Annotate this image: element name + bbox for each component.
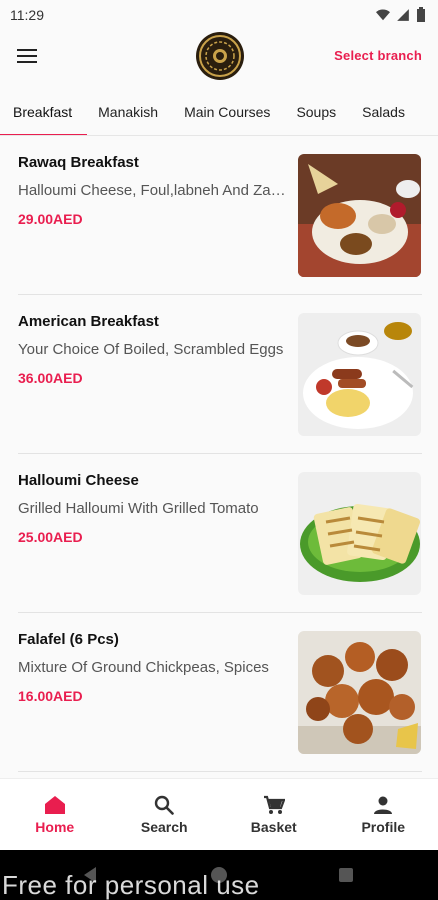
product-description: Grilled Halloumi With Grilled Tomato <box>18 500 259 517</box>
category-tabs: Breakfast Manakish Main Courses Soups Sa… <box>0 92 438 136</box>
wifi-icon <box>376 9 390 21</box>
product-description: Your Choice Of Boiled, Scrambled Eggs <box>18 341 284 358</box>
product-image[interactable] <box>298 472 421 595</box>
status-time: 11:29 <box>10 7 44 23</box>
person-icon <box>374 796 393 814</box>
restaurant-logo[interactable] <box>195 31 245 81</box>
product-title: Halloumi Cheese <box>18 472 139 489</box>
app-bar: Select branch <box>0 30 438 82</box>
status-icons <box>376 7 426 23</box>
nav-basket[interactable]: Basket <box>219 779 329 850</box>
nav-search[interactable]: Search <box>110 779 220 850</box>
nav-home-label: Home <box>35 819 75 835</box>
nav-search-label: Search <box>140 819 188 835</box>
product-image[interactable] <box>298 631 421 754</box>
home-icon <box>44 796 65 814</box>
product-item[interactable]: American Breakfast Your Choice Of Boiled… <box>0 295 438 454</box>
product-price: 29.00AED <box>18 211 83 227</box>
tab-main-courses[interactable]: Main Courses <box>171 92 283 132</box>
recents-icon[interactable] <box>338 867 354 883</box>
product-image[interactable] <box>298 313 421 436</box>
battery-icon <box>417 7 425 22</box>
product-price: 25.00AED <box>18 529 83 545</box>
product-description: Halloumi Cheese, Foul,labneh And Zaatar <box>18 182 286 199</box>
menu-button[interactable] <box>14 43 40 69</box>
tab-salads[interactable]: Salads <box>349 92 418 132</box>
product-description: Mixture Of Ground Chickpeas, Spices <box>18 659 269 676</box>
bottom-navigation: Home Search Basket Profile <box>0 778 438 850</box>
tab-soups[interactable]: Soups <box>283 92 349 132</box>
status-bar: 11:29 <box>0 0 438 30</box>
hamburger-icon <box>17 49 37 63</box>
cart-icon <box>263 795 285 814</box>
product-price: 36.00AED <box>18 370 83 386</box>
select-branch-button[interactable]: Select branch <box>334 48 422 63</box>
tab-manakish[interactable]: Manakish <box>85 92 171 132</box>
search-icon <box>155 795 175 815</box>
product-image[interactable] <box>298 154 421 277</box>
product-title: Rawaq Breakfast <box>18 154 139 171</box>
signal-icon <box>397 9 409 21</box>
nav-profile-label: Profile <box>361 819 406 835</box>
product-price: 16.00AED <box>18 688 83 704</box>
nav-basket-label: Basket <box>250 819 297 835</box>
item-separator <box>18 771 422 772</box>
nav-home[interactable]: Home <box>0 779 110 850</box>
tab-breakfast[interactable]: Breakfast <box>0 92 88 136</box>
watermark-text: Free for personal use <box>2 870 260 900</box>
nav-profile[interactable]: Profile <box>329 779 438 850</box>
product-item[interactable]: Rawaq Breakfast Halloumi Cheese, Foul,la… <box>0 136 438 295</box>
product-title: Falafel (6 Pcs) <box>18 631 119 648</box>
product-title: American Breakfast <box>18 313 159 330</box>
product-item[interactable]: Falafel (6 Pcs) Mixture Of Ground Chickp… <box>0 613 438 772</box>
product-item[interactable]: Halloumi Cheese Grilled Halloumi With Gr… <box>0 454 438 613</box>
